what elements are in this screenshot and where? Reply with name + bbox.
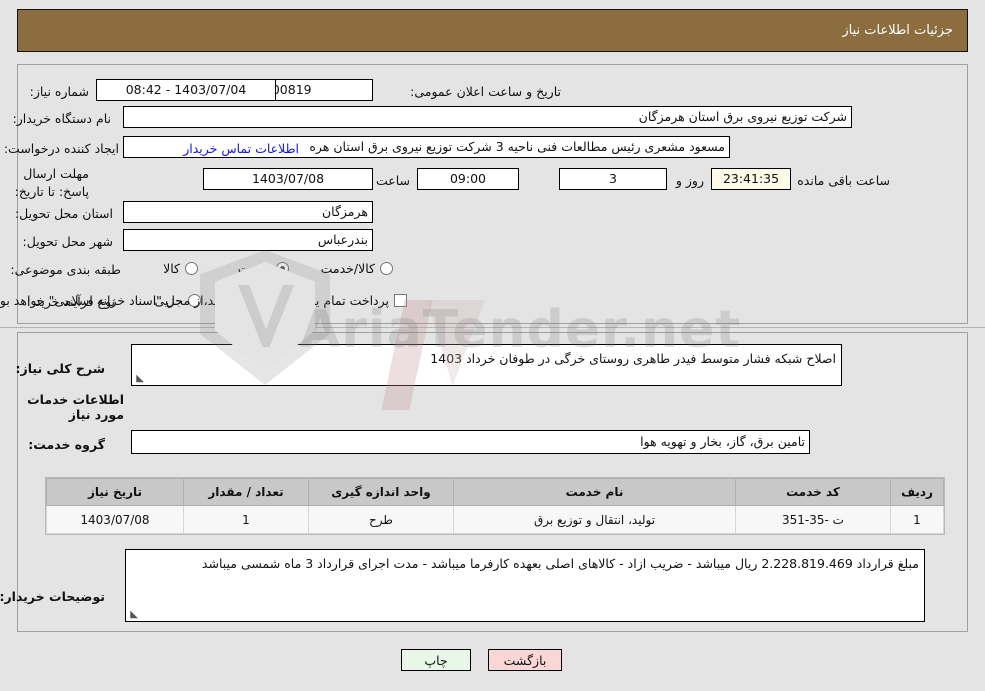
buyer-notes-textarea[interactable]: مبلغ قرارداد 2.228.819.469 ریال میباشد -… — [125, 549, 925, 622]
page-root: AriaTender.net جزئیات اطلاعات نیاز شماره… — [0, 0, 985, 691]
th-service-code: کد خدمت — [735, 478, 891, 506]
th-service-name: نام خدمت — [453, 478, 736, 506]
category-radio-kala-khedmat[interactable]: کالا/خدمت — [321, 261, 393, 276]
creator-label: ایجاد کننده درخواست: — [3, 141, 119, 156]
countdown-value: 23:41:35 — [711, 168, 791, 190]
remaining-days-value: 3 — [559, 168, 667, 190]
service-group-value: تامین برق، گاز، بخار و تهویه هوا — [131, 430, 810, 454]
radio-indicator-khedmat[interactable] — [276, 262, 289, 275]
table-header-row: ردیف کد خدمت نام خدمت واحد اندازه گیری ت… — [46, 478, 944, 506]
remaining-days-label: روز و — [675, 173, 704, 188]
panel-divider — [0, 327, 985, 328]
city-value: بندرعباس — [123, 229, 373, 251]
announce-label: تاریخ و ساعت اعلان عمومی: — [410, 84, 561, 99]
radio-indicator-kala-khedmat[interactable] — [380, 262, 393, 275]
services-table: ردیف کد خدمت نام خدمت واحد اندازه گیری ت… — [46, 478, 944, 534]
th-unit: واحد اندازه گیری — [308, 478, 454, 506]
cell-quantity: 1 — [183, 505, 309, 534]
cell-row-no: 1 — [890, 505, 944, 534]
category-radio-khedmat[interactable]: خدمت — [238, 261, 289, 276]
summary-label: شرح کلی نیاز: — [15, 361, 105, 376]
category-radio-kala[interactable]: کالا — [163, 261, 198, 276]
deadline-time-value: 09:00 — [417, 168, 519, 190]
announce-value: 1403/07/04 - 08:42 — [96, 79, 276, 101]
deadline-label: مهلت ارسال پاسخ: تا تاریخ: — [14, 166, 89, 200]
treasury-note-label: پرداخت تمام یا بخشی از مبلغ خرید،از محل … — [0, 293, 389, 308]
buyer-org-value: شرکت توزیع نیروی برق استان هرمزگان — [123, 106, 852, 128]
th-row-no: ردیف — [890, 478, 944, 506]
cell-service-code: ت -35-351 — [735, 505, 891, 534]
services-heading: اطلاعات خدمات مورد نیاز — [27, 392, 124, 422]
page-title: جزئیات اطلاعات نیاز — [842, 23, 953, 38]
treasury-note-checkbox-row[interactable]: پرداخت تمام یا بخشی از مبلغ خرید،از محل … — [0, 293, 407, 308]
province-label: استان محل تحویل: — [14, 206, 113, 221]
th-quantity: تعداد / مقدار — [183, 478, 309, 506]
buyer-contact-link[interactable]: اطلاعات تماس خریدار — [183, 141, 299, 156]
resize-grip-icon[interactable]: ◣ — [134, 374, 144, 384]
deadline-date-value: 1403/07/08 — [203, 168, 373, 190]
remaining-hours-label: ساعت باقی مانده — [797, 173, 890, 188]
summary-textarea[interactable]: اصلاح شبکه فشار متوسط فیدر طاهری روستای … — [131, 344, 842, 386]
cell-need-date: 1403/07/08 — [46, 505, 184, 534]
buyer-notes-label: توضیحات خریدار: — [0, 589, 105, 604]
category-radio-kala-label: کالا — [163, 261, 180, 276]
summary-value: اصلاح شبکه فشار متوسط فیدر طاهری روستای … — [430, 351, 836, 366]
need-number-label: شماره نیاز: — [29, 84, 89, 99]
province-value: هرمزگان — [123, 201, 373, 223]
buyer-notes-value: مبلغ قرارداد 2.228.819.469 ریال میباشد -… — [201, 556, 919, 571]
page-title-bar: جزئیات اطلاعات نیاز — [17, 9, 968, 52]
need-info-panel — [17, 64, 968, 324]
back-button[interactable]: بازگشت — [488, 649, 562, 671]
th-need-date: تاریخ نیاز — [46, 478, 184, 506]
resize-grip-icon-notes[interactable]: ◣ — [128, 610, 138, 620]
cell-service-name: تولید، انتقال و توزیع برق — [453, 505, 736, 534]
category-radio-kala-khedmat-label: کالا/خدمت — [320, 261, 375, 276]
cell-unit: طرح — [308, 505, 454, 534]
category-label: طبقه بندی موضوعی: — [10, 262, 121, 277]
print-button[interactable]: چاپ — [401, 649, 471, 671]
services-table-wrapper: ردیف کد خدمت نام خدمت واحد اندازه گیری ت… — [45, 477, 945, 535]
table-row: 1 ت -35-351 تولید، انتقال و توزیع برق طر… — [46, 505, 944, 534]
city-label: شهر محل تحویل: — [22, 234, 113, 249]
service-group-label: گروه خدمت: — [28, 437, 105, 452]
treasury-checkbox[interactable] — [394, 294, 407, 307]
deadline-hour-label: ساعت — [375, 173, 410, 188]
radio-indicator-kala[interactable] — [185, 262, 198, 275]
category-radio-khedmat-label: خدمت — [237, 261, 271, 276]
buyer-org-label: نام دستگاه خریدار: — [12, 111, 111, 126]
